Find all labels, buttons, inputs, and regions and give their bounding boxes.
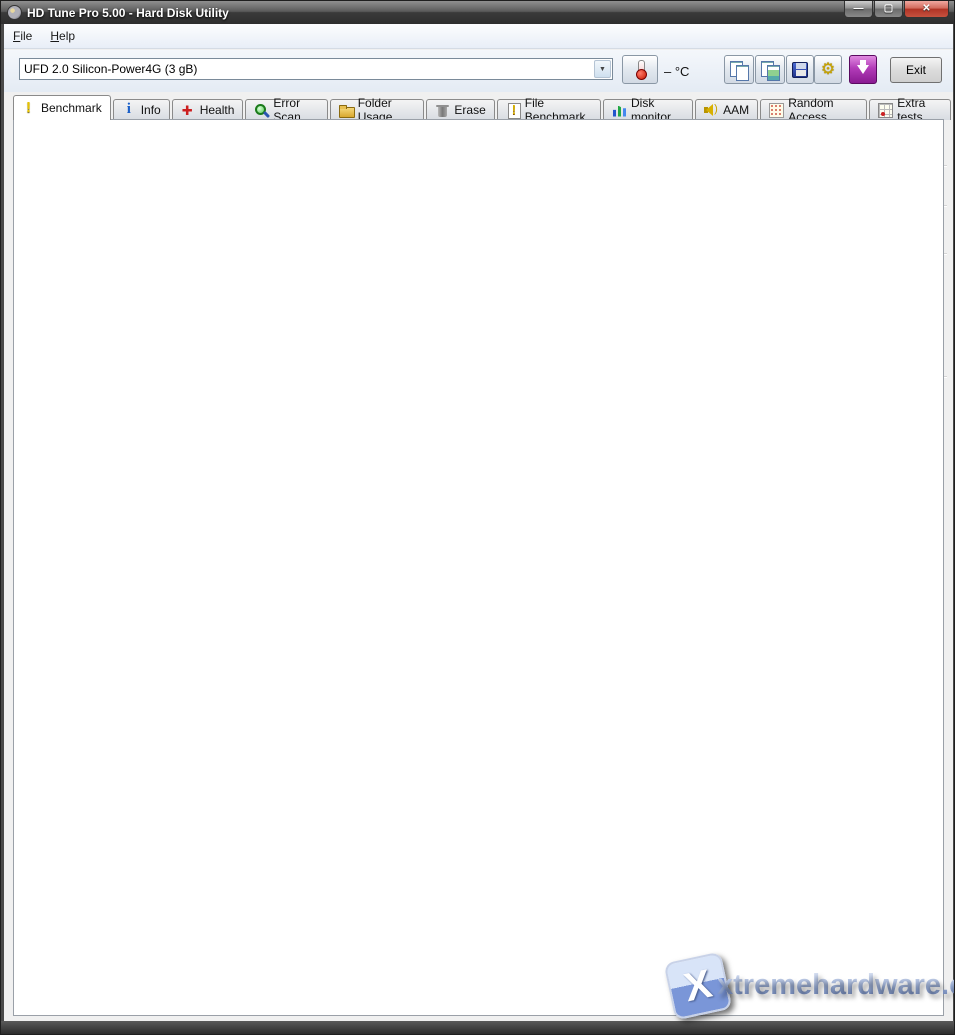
temperature-button[interactable]: [622, 55, 658, 84]
erase-icon: [435, 103, 450, 118]
random-access-icon: [769, 102, 785, 118]
title-bar[interactable]: HD Tune Pro 5.00 - Hard Disk Utility — ▢…: [1, 1, 954, 24]
capture-button[interactable]: [849, 55, 877, 84]
file-benchmark-icon: [506, 102, 521, 119]
copy-image-icon: [761, 60, 780, 81]
app-icon: [7, 5, 22, 20]
tab-disk-monitor[interactable]: Disk monitor: [603, 96, 694, 124]
tab-label: AAM: [723, 103, 750, 117]
gear-icon: ⚙: [820, 60, 836, 78]
tab-error-scan[interactable]: Error Scan: [245, 96, 328, 124]
tab-label: Erase: [454, 103, 486, 117]
tab-folder-usage[interactable]: Folder Usage: [329, 96, 425, 124]
window-title: HD Tune Pro 5.00 - Hard Disk Utility: [27, 5, 229, 20]
tab-erase[interactable]: Erase: [426, 99, 495, 120]
client-area: File Help UFD 2.0 Silicon-Power4G (3 gB) …: [4, 24, 953, 1023]
tab-label: Health: [199, 103, 235, 117]
copy-text-icon: [730, 60, 749, 81]
tab-bar: Benchmark Info Health Error ScanFolder Usag…: [4, 94, 953, 124]
temperature-value: – °C: [664, 64, 690, 79]
tab-label: Info: [140, 103, 161, 117]
tab-label: Benchmark: [41, 101, 102, 115]
chevron-down-icon[interactable]: ▼: [594, 60, 611, 78]
tab-file-benchmark[interactable]: File Benchmark: [496, 96, 601, 124]
save-icon: [792, 61, 808, 78]
save-button[interactable]: [786, 55, 814, 84]
window-bottom-border: [1, 1021, 954, 1034]
minimize-button[interactable]: —: [844, 1, 873, 18]
copy-text-button[interactable]: [724, 55, 754, 84]
tab-extra-tests[interactable]: Extra tests: [869, 96, 951, 124]
error-scan-icon: [254, 103, 269, 118]
exit-button[interactable]: Exit: [890, 57, 942, 83]
tab-benchmark[interactable]: Benchmark: [13, 95, 111, 120]
tab-aam[interactable]: ) AAM: [695, 99, 759, 120]
health-icon: [181, 103, 196, 119]
aam-icon: ): [704, 103, 719, 118]
app-window: HD Tune Pro 5.00 - Hard Disk Utility — ▢…: [0, 0, 955, 1035]
menu-bar: File Help: [4, 24, 953, 49]
extra-tests-icon: [878, 102, 894, 118]
benchmark-tab-page: [13, 119, 944, 1016]
close-button[interactable]: ✕: [904, 1, 949, 18]
options-button[interactable]: ⚙: [814, 55, 842, 84]
tab-random-access[interactable]: Random Access: [760, 96, 868, 124]
disk-monitor-icon: [612, 103, 627, 118]
info-icon: [122, 101, 137, 118]
tab-info[interactable]: Info: [112, 99, 170, 120]
toolbar: UFD 2.0 Silicon-Power4G (3 gB) ▼ – °C ⚙: [4, 50, 953, 92]
copy-image-button[interactable]: [755, 55, 785, 84]
drive-select-value: UFD 2.0 Silicon-Power4G (3 gB): [24, 62, 198, 76]
benchmark-icon: [22, 99, 37, 116]
folder-usage-icon: [338, 103, 355, 118]
thermometer-icon: [635, 59, 647, 80]
maximize-button[interactable]: ▢: [874, 1, 903, 18]
down-arrow-icon: [857, 60, 869, 74]
tab-health[interactable]: Health: [171, 99, 244, 120]
menu-help[interactable]: Help: [41, 26, 84, 46]
menu-file[interactable]: File: [4, 26, 41, 46]
drive-select-dropdown[interactable]: UFD 2.0 Silicon-Power4G (3 gB) ▼: [19, 58, 613, 80]
